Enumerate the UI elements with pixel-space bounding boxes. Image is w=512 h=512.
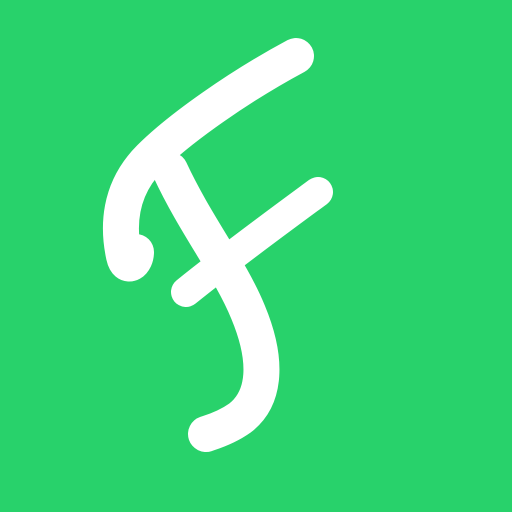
script-f-logo-icon xyxy=(0,0,512,512)
app-icon xyxy=(0,0,512,512)
